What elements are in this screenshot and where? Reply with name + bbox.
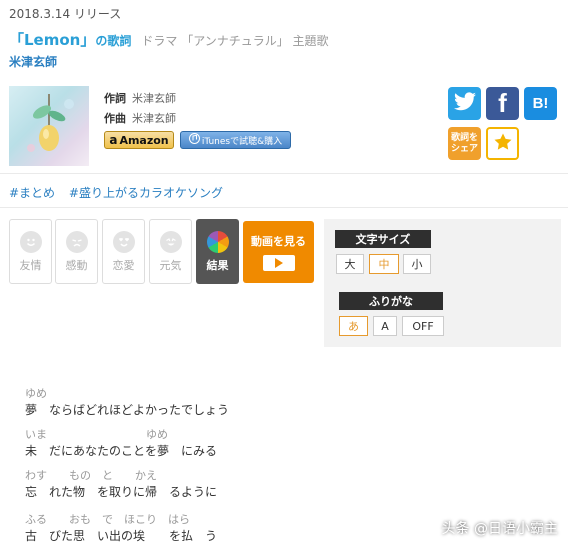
tag-link[interactable]: #まとめ <box>9 186 55 200</box>
divider <box>0 207 568 208</box>
font-size-large-button[interactable]: 大 <box>336 254 364 274</box>
furigana-text: ゆめ <box>25 387 47 400</box>
lyrics-line: ゆめ 夢 ならばどれほどよかったでしょう <box>25 385 229 418</box>
mood-friendship-button[interactable]: 友情 <box>9 219 52 284</box>
heart-eyes-icon <box>112 230 135 253</box>
furigana-text: わす もの と かえ <box>25 469 157 482</box>
furigana-text: いま ゆめ <box>25 428 168 441</box>
tag-list: #まとめ #盛り上がるカラオケソング <box>9 184 233 201</box>
furigana-off-button[interactable]: OFF <box>402 316 444 336</box>
album-cover <box>9 86 89 166</box>
mood-love-button[interactable]: 恋愛 <box>102 219 145 284</box>
facebook-button[interactable]: f <box>486 87 519 120</box>
twitter-button[interactable] <box>448 87 481 120</box>
play-icon <box>262 255 295 271</box>
divider <box>0 173 568 174</box>
furigana-hiragana-button[interactable]: あ <box>339 316 368 336</box>
furigana-heading: ふりがな <box>339 292 443 310</box>
share-lyrics-button[interactable]: 歌詞を シェア <box>448 127 481 160</box>
amazon-icon: a <box>109 133 118 147</box>
tag-link[interactable]: #盛り上がるカラオケソング <box>69 186 223 200</box>
hatena-bookmark-button[interactable]: B! <box>524 87 557 120</box>
star-icon <box>493 132 513 156</box>
furigana-romaji-button[interactable]: A <box>373 316 397 336</box>
release-date: 2018.3.14 リリース <box>9 7 122 21</box>
artist-link[interactable]: 米津玄師 <box>9 53 57 70</box>
song-title: 「Lemon」 <box>9 31 96 49</box>
mood-emotion-button[interactable]: 感動 <box>55 219 98 284</box>
watch-video-button[interactable]: 動画を見る <box>243 221 314 283</box>
composer-link[interactable]: 米津玄師 <box>132 112 176 125</box>
drama-info: ドラマ 「アンナチュラル」 主題歌 <box>141 34 329 48</box>
smile-icon <box>19 230 42 253</box>
font-size-medium-button[interactable]: 中 <box>369 254 399 274</box>
mood-result-button[interactable]: 結果 <box>196 219 239 284</box>
share-line2: シェア <box>450 143 478 154</box>
lyrics-label: の歌詞 <box>95 34 132 48</box>
font-size-small-button[interactable]: 小 <box>403 254 431 274</box>
furigana-text: ふる おも で ほこり はら <box>25 513 190 526</box>
hatena-icon: B! <box>532 95 549 112</box>
amazon-button[interactable]: a Amazon <box>104 131 174 149</box>
video-label: 動画を見る <box>251 235 306 248</box>
lyrics-line: いま ゆめ 未 だにあなたのことを夢 にみる <box>25 426 217 459</box>
watermark-text: 头条 @日语小霸主 <box>441 521 558 537</box>
mood-energy-button[interactable]: 元気 <box>149 219 192 284</box>
mood-label: 恋愛 <box>112 258 135 272</box>
lyric-text: 未 だにあなたのことを夢 にみる <box>25 444 218 458</box>
mood-label: 元気 <box>159 258 182 272</box>
music-note-icon <box>188 133 200 147</box>
favorite-button[interactable] <box>486 127 519 160</box>
share-line1: 歌詞を <box>450 132 478 143</box>
grin-icon <box>159 230 182 253</box>
lyricist-label: 作詞 <box>104 92 126 105</box>
page-title: 「Lemon」の歌詞 ドラマ 「アンナチュラル」 主題歌 <box>9 29 329 50</box>
lyrics-line: ふる おも で ほこり はら 古 びた思 い出の埃 を払 う <box>25 511 217 544</box>
result-label: 結果 <box>206 258 229 272</box>
lyric-text: 夢 ならばどれほどよかったでしょう <box>25 403 230 417</box>
facebook-icon: f <box>498 88 507 118</box>
crying-face-icon <box>65 230 88 253</box>
lyric-text: 古 びた思 い出の埃 を払 う <box>25 529 218 543</box>
mood-label: 友情 <box>19 258 42 272</box>
composer-label: 作曲 <box>104 112 126 125</box>
mood-label: 感動 <box>65 258 88 272</box>
itunes-label: iTunesで試聴&購入 <box>201 136 283 147</box>
amazon-label: Amazon <box>119 133 169 147</box>
lyricist-link[interactable]: 米津玄師 <box>132 92 176 105</box>
lyric-text: 忘 れた物 を取りに帰 るように <box>25 485 218 499</box>
color-wheel-icon <box>206 230 229 253</box>
lyrics-line: わす もの と かえ 忘 れた物 を取りに帰 るように <box>25 467 217 500</box>
watermark: 头条 @日语小霸主 <box>442 518 558 538</box>
credits: 作詞 米津玄師 作曲 米津玄師 <box>104 89 176 129</box>
itunes-button[interactable]: iTunesで試聴&購入 <box>180 131 291 149</box>
twitter-icon <box>453 91 477 116</box>
font-size-heading: 文字サイズ <box>335 230 431 248</box>
